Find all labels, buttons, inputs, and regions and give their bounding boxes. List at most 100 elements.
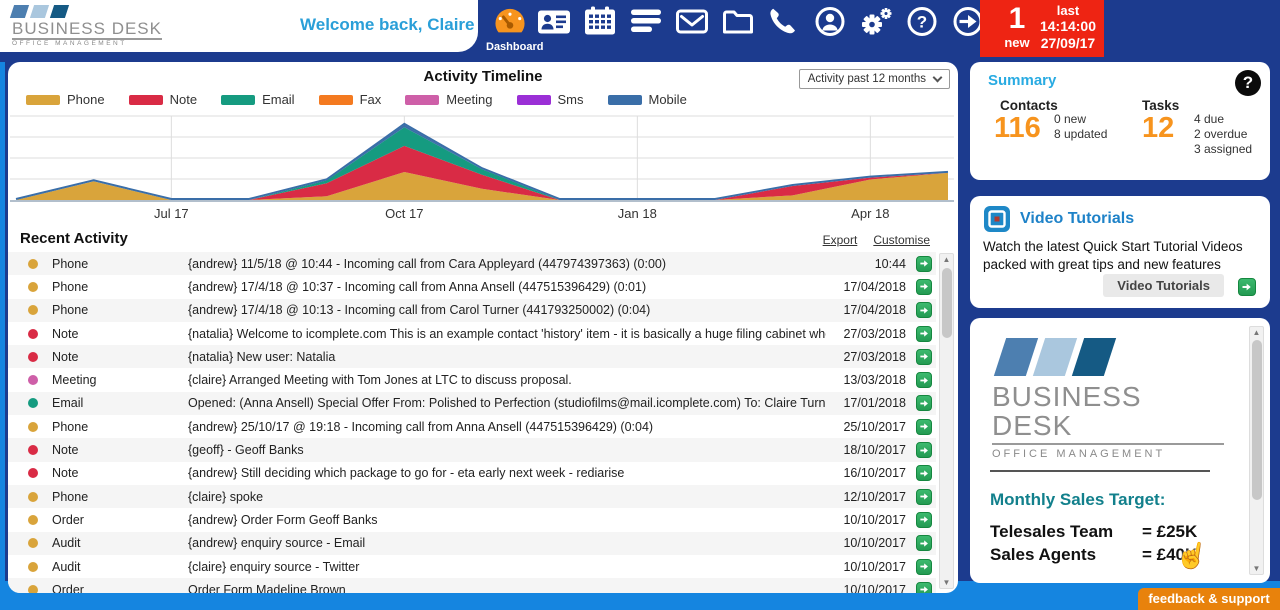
summary-help-icon[interactable]: ? — [1235, 70, 1261, 96]
open-activity-button[interactable] — [916, 372, 932, 388]
video-tutorials-go-button[interactable] — [1238, 278, 1256, 296]
activity-row[interactable]: Meeting {claire} Arranged Meeting with T… — [8, 368, 936, 391]
recent-activity-title: Recent Activity — [20, 230, 128, 247]
activity-date: 18/10/2017 — [826, 443, 906, 457]
nav-settings[interactable] — [858, 5, 894, 38]
export-link[interactable]: Export — [823, 233, 858, 247]
activity-row[interactable]: Audit {claire} enquiry source - Twitter … — [8, 555, 936, 578]
open-activity-button[interactable] — [916, 419, 932, 435]
activity-row[interactable]: Note {natalia} New user: Natalia 27/03/2… — [8, 345, 936, 368]
feedback-support-button[interactable]: feedback & support — [1138, 588, 1280, 610]
open-activity-button[interactable] — [916, 302, 932, 318]
open-activity-button[interactable] — [916, 349, 932, 365]
activity-description: {natalia} Welcome to icomplete.com This … — [188, 327, 826, 341]
legend-label: Phone — [67, 92, 105, 107]
scroll-down-icon[interactable]: ▼ — [940, 578, 953, 587]
app-logo: BUSINESS DESK OFFICE MANAGEMENT — [0, 5, 162, 47]
video-tutorials-button[interactable]: Video Tutorials — [1103, 274, 1224, 297]
activity-type-dot — [28, 562, 38, 572]
nav-calendar[interactable] — [582, 5, 618, 38]
open-activity-button[interactable] — [916, 582, 932, 593]
open-activity-button[interactable] — [916, 395, 932, 411]
open-activity-button[interactable] — [916, 489, 932, 505]
activity-row[interactable]: Note {natalia} Welcome to icomplete.com … — [8, 322, 936, 345]
activity-row[interactable]: Order Order Form Madeline Brown 10/10/20… — [8, 578, 936, 593]
activity-row[interactable]: Phone {andrew} 17/4/18 @ 10:13 - Incomin… — [8, 299, 936, 322]
logo-brand-text: BUSINESS DESK — [12, 20, 162, 40]
activity-chart: Jul 17Oct 17Jan 18Apr 18 — [10, 108, 954, 226]
customise-link[interactable]: Customise — [873, 233, 930, 247]
nav-phone[interactable] — [766, 5, 802, 38]
activity-type-dot — [28, 282, 38, 292]
activity-panel: Activity Timeline Phone Note Email Fax M… — [8, 62, 958, 593]
arrow-right-icon — [919, 421, 930, 432]
svg-text:Apr 18: Apr 18 — [851, 206, 889, 221]
brand-panel-scrollbar[interactable]: ▲ ▼ — [1249, 326, 1264, 575]
activity-row[interactable]: Phone {andrew} 17/4/18 @ 10:37 - Incomin… — [8, 275, 936, 298]
scroll-down-icon[interactable]: ▼ — [1250, 564, 1263, 573]
activity-description: {andrew} 25/10/17 @ 19:18 - Incoming cal… — [188, 420, 826, 434]
open-activity-button[interactable] — [916, 442, 932, 458]
arrow-right-icon — [919, 328, 930, 339]
activity-type-dot — [28, 375, 38, 385]
nav-documents[interactable] — [720, 5, 756, 38]
activity-row[interactable]: Email Opened: (Anna Ansell) Special Offe… — [8, 392, 936, 415]
brand-scrollbar-thumb[interactable] — [1252, 340, 1262, 500]
activity-row[interactable]: Phone {claire} spoke 12/10/2017 — [8, 485, 936, 508]
activity-date: 10/10/2017 — [826, 560, 906, 574]
notification-box[interactable]: 1 new last 14:14:00 27/09/17 — [980, 0, 1104, 57]
logo-bars-icon — [992, 338, 1224, 376]
summary-panel: Summary ? Contacts 116 0 new 8 updated T… — [970, 62, 1270, 180]
activity-date: 13/03/2018 — [826, 373, 906, 387]
arrow-right-icon — [1241, 281, 1253, 293]
activity-date: 25/10/2017 — [826, 420, 906, 434]
activity-type-label: Phone — [52, 303, 188, 317]
scroll-up-icon[interactable]: ▲ — [1250, 328, 1263, 337]
activity-row[interactable]: Audit {andrew} enquiry source - Email 10… — [8, 532, 936, 555]
arrow-right-icon — [919, 514, 930, 525]
open-activity-button[interactable] — [916, 256, 932, 272]
activity-row[interactable]: Order {andrew} Order Form Geoff Banks 10… — [8, 508, 936, 531]
activity-type-label: Order — [52, 583, 188, 593]
phone-icon — [766, 5, 802, 38]
nav-lists[interactable] — [628, 5, 664, 38]
nav-contacts[interactable] — [536, 5, 572, 38]
scroll-up-icon[interactable]: ▲ — [940, 255, 953, 264]
activity-type-dot — [28, 398, 38, 408]
open-activity-button[interactable] — [916, 326, 932, 342]
arrow-right-icon — [919, 305, 930, 316]
open-activity-button[interactable] — [916, 465, 932, 481]
arrow-right-icon — [919, 281, 930, 292]
nav-mail[interactable] — [674, 5, 710, 38]
legend-swatch — [26, 95, 60, 105]
activity-row[interactable]: Note {geoff} - Geoff Banks 18/10/2017 — [8, 438, 936, 461]
open-activity-button[interactable] — [916, 512, 932, 528]
open-activity-button[interactable] — [916, 279, 932, 295]
activity-description: {claire} Arranged Meeting with Tom Jones… — [188, 373, 826, 387]
activity-type-dot — [28, 492, 38, 502]
legend-item: Sms — [517, 92, 584, 107]
activity-type-label: Phone — [52, 280, 188, 294]
list-scrollbar-thumb[interactable] — [942, 268, 952, 338]
open-activity-button[interactable] — [916, 535, 932, 551]
mail-envelope-icon — [674, 5, 710, 38]
arrow-right-icon — [919, 584, 930, 593]
legend-item: Meeting — [405, 92, 492, 107]
open-activity-button[interactable] — [916, 559, 932, 575]
chart-range-select[interactable]: Activity past 12 months — [799, 69, 950, 89]
legend-item: Phone — [26, 92, 105, 107]
activity-type-label: Audit — [52, 536, 188, 550]
nav-dashboard[interactable]: Dashboard — [490, 5, 526, 38]
list-scrollbar[interactable]: ▲ ▼ — [939, 253, 954, 589]
activity-row[interactable]: Note {andrew} Still deciding which packa… — [8, 462, 936, 485]
arrow-right-icon — [919, 491, 930, 502]
legend-item: Fax — [319, 92, 382, 107]
activity-description: {natalia} New user: Natalia — [188, 350, 826, 364]
nav-help[interactable]: ? — [904, 5, 940, 38]
tasks-value: 12 — [1142, 112, 1174, 145]
activity-row[interactable]: Phone {andrew} 11/5/18 @ 10:44 - Incomin… — [8, 252, 936, 275]
activity-description: {geoff} - Geoff Banks — [188, 443, 826, 457]
activity-row[interactable]: Phone {andrew} 25/10/17 @ 19:18 - Incomi… — [8, 415, 936, 438]
svg-text:?: ? — [917, 13, 927, 32]
nav-account[interactable] — [812, 5, 848, 38]
